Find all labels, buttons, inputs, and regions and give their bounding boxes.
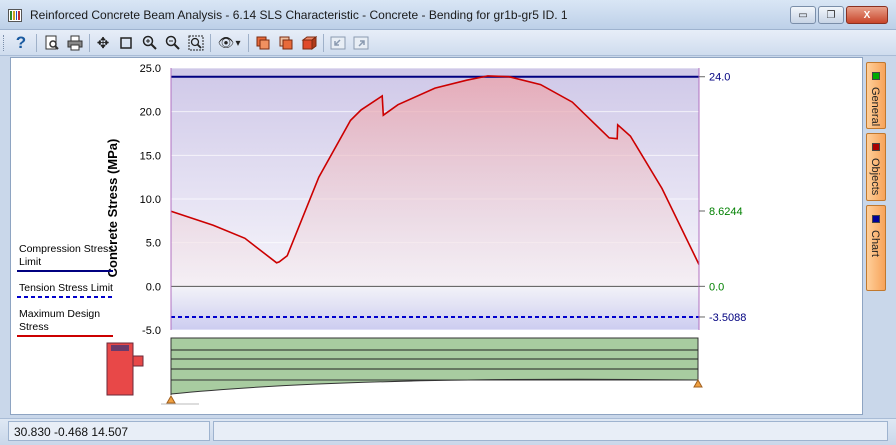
legend-label-tension-1: Tension Stress Limit xyxy=(19,282,113,294)
legend-label-compression-1: Compression Stress xyxy=(19,243,114,255)
status-coordinates-cell: 30.830 -0.468 14.507 xyxy=(8,421,210,441)
close-button[interactable]: X xyxy=(846,6,888,24)
right-ticks xyxy=(699,76,705,318)
status-coordinates: 30.830 -0.468 14.507 xyxy=(14,425,129,439)
tab-objects-label: Objects xyxy=(869,158,881,196)
chart-panel: 25.0 20.0 15.0 10.0 5.0 0.0 -5.0 24.0 8.6244 0.0… xyxy=(10,57,863,415)
tab-chart-label: Chart xyxy=(869,230,881,257)
right-value-label: 24.0 xyxy=(709,72,730,84)
title-bar: Reinforced Concrete Beam Analysis - 6.14… xyxy=(0,0,896,30)
toolbar-grip[interactable] xyxy=(3,35,6,51)
legend-label-max-stress-2: Stress xyxy=(19,321,49,333)
legend-label-max-stress-1: Maximum Design xyxy=(19,308,100,320)
window-title: Reinforced Concrete Beam Analysis - 6.14… xyxy=(30,8,568,22)
export-icon[interactable] xyxy=(299,33,319,53)
right-value-label: 8.6244 xyxy=(709,206,743,218)
right-value-label: -3.5088 xyxy=(709,312,746,324)
legend-label-compression-2: Limit xyxy=(19,256,41,268)
zoom-out-icon[interactable] xyxy=(163,33,183,53)
toolbar-separator xyxy=(36,34,37,52)
y-tick-label: 10.0 xyxy=(140,194,161,206)
view-dropdown-icon[interactable]: ▾ xyxy=(232,33,244,53)
tab-general[interactable]: General xyxy=(866,62,886,129)
cross-section-icon xyxy=(106,342,144,396)
minimize-button[interactable]: ▭ xyxy=(790,6,816,24)
plot-background-below-zero xyxy=(171,286,699,330)
support-right-icon xyxy=(693,378,703,388)
toolbar-separator xyxy=(248,34,249,52)
y-tick-labels: 25.0 20.0 15.0 10.0 5.0 0.0 -5.0 xyxy=(140,63,161,337)
right-value-label: 0.0 xyxy=(709,281,724,293)
toolbar-separator xyxy=(323,34,324,52)
help-icon[interactable]: ? xyxy=(11,33,31,53)
nav-forward-icon[interactable] xyxy=(351,33,371,53)
copy-icon[interactable] xyxy=(253,33,273,53)
zoom-extents-icon[interactable] xyxy=(186,33,206,53)
chart-tab-icon xyxy=(872,215,880,223)
toolbar-separator xyxy=(210,34,211,52)
nav-back-icon[interactable] xyxy=(328,33,348,53)
y-tick-label: 0.0 xyxy=(146,281,161,293)
select-icon[interactable] xyxy=(116,33,136,53)
support-left-icon xyxy=(166,394,176,404)
y-tick-label: 20.0 xyxy=(140,107,161,119)
tab-chart[interactable]: Chart xyxy=(866,205,886,291)
y-tick-label: 15.0 xyxy=(140,150,161,162)
status-message-cell xyxy=(213,421,888,441)
restore-button[interactable]: ❐ xyxy=(818,6,844,24)
beam-elevation xyxy=(170,337,699,395)
y-tick-label: -5.0 xyxy=(142,325,161,337)
right-value-labels: 24.0 8.6244 0.0 -3.5088 xyxy=(709,72,746,324)
general-tab-icon xyxy=(872,72,880,80)
copy-all-icon[interactable] xyxy=(276,33,296,53)
app-icon xyxy=(8,9,22,22)
y-tick-label: 5.0 xyxy=(146,238,161,250)
zoom-in-icon[interactable] xyxy=(140,33,160,53)
tab-general-label: General xyxy=(869,87,881,127)
y-tick-label: 25.0 xyxy=(140,63,161,75)
stress-chart: 25.0 20.0 15.0 10.0 5.0 0.0 -5.0 24.0 8.6244 0.0… xyxy=(17,63,746,405)
toolbar: ? ✥ 👁 ▾ xyxy=(0,30,896,56)
tab-objects[interactable]: Objects xyxy=(866,133,886,201)
y-axis-label: Concrete Stress (MPa) xyxy=(105,139,120,278)
pan-icon[interactable]: ✥ xyxy=(93,33,113,53)
status-bar: 30.830 -0.468 14.507 xyxy=(0,418,896,445)
objects-tab-icon xyxy=(872,143,880,151)
toolbar-separator xyxy=(89,34,90,52)
print-icon[interactable] xyxy=(65,33,85,53)
print-preview-icon[interactable] xyxy=(42,33,62,53)
legend: Compression Stress Limit Tension Stress … xyxy=(17,243,114,337)
